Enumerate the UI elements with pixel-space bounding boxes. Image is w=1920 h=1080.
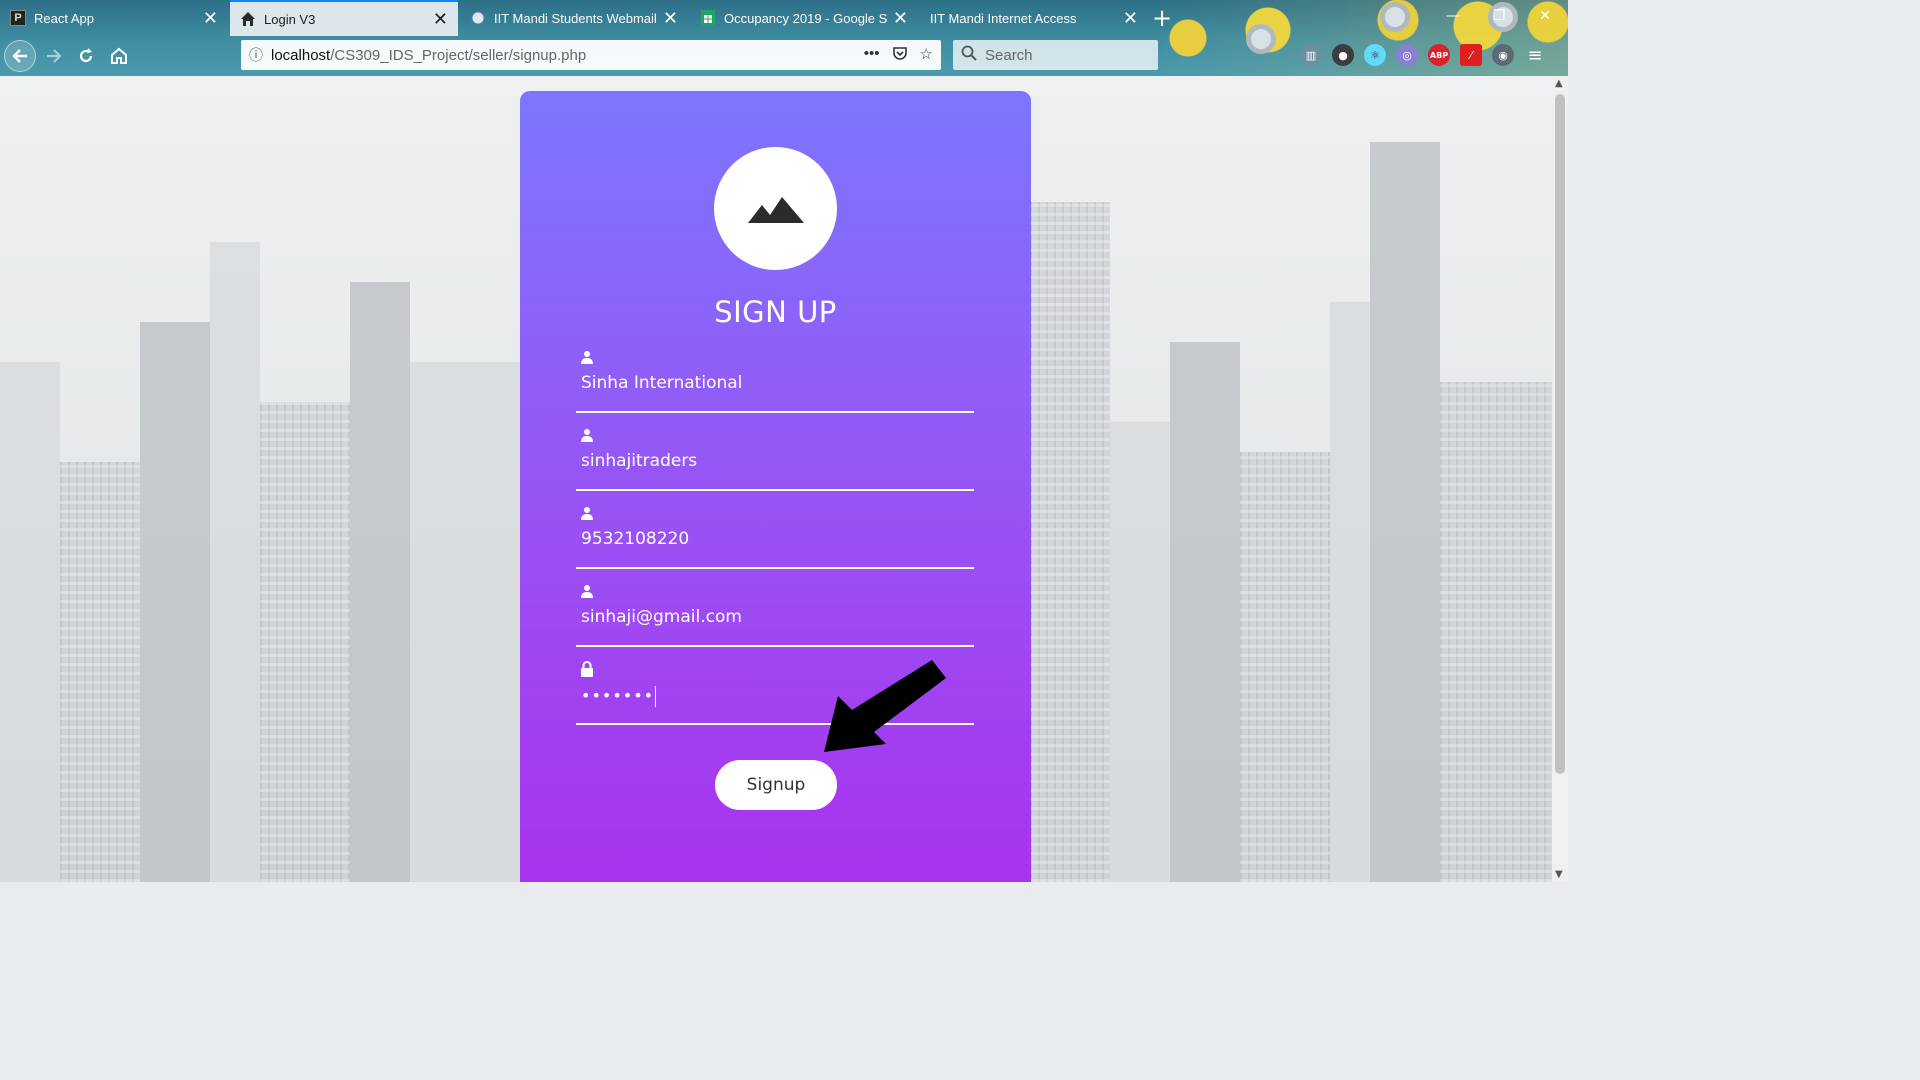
page-actions-icon[interactable]: ••• [864, 45, 880, 65]
new-tab-button[interactable]: + [1152, 4, 1172, 32]
field-underline [576, 567, 974, 569]
url-host: localhost [271, 46, 331, 64]
mountain-icon [747, 196, 804, 223]
window-controls: — ❐ ✕ [1430, 0, 1568, 32]
browser-chrome: P React App ✕ Login V3 ✕ IIT Mandi Stude… [0, 0, 1568, 76]
account-icon[interactable]: ◉ [1492, 44, 1514, 66]
user-icon [580, 505, 596, 521]
password-mask: ••••••• [581, 686, 655, 705]
product-hunt-icon: P [10, 10, 26, 26]
company-name-field[interactable]: Sinha International [576, 349, 974, 419]
tab-title: Occupancy 2019 - Google Shee [724, 10, 887, 26]
back-button[interactable] [4, 40, 36, 72]
signup-button[interactable]: Signup [715, 760, 837, 810]
annotation-arrow [824, 660, 946, 752]
pocket-icon[interactable] [892, 45, 908, 65]
tab-title: Login V3 [264, 11, 316, 27]
home-button[interactable] [103, 40, 135, 72]
forward-button[interactable] [38, 40, 70, 72]
extension-icon[interactable]: ● [1332, 44, 1354, 66]
field-underline [576, 411, 974, 413]
email-field[interactable]: sinhaji@gmail.com [576, 583, 974, 653]
tab-title: React App [34, 10, 94, 26]
tab-webmail[interactable]: IIT Mandi Students Webmail :: V ✕ [460, 0, 688, 36]
restore-icon[interactable]: ❐ [1476, 0, 1522, 32]
extension-icon[interactable]: ◎ [1396, 44, 1418, 66]
user-icon [580, 583, 596, 599]
field-underline [576, 489, 974, 491]
lock-icon [580, 661, 596, 677]
user-icon [580, 349, 596, 365]
tab-react-app[interactable]: P React App ✕ [0, 0, 228, 36]
phone-field[interactable]: 9532108220 [576, 505, 974, 575]
site-info-icon[interactable]: ⓘ [241, 45, 271, 65]
company-name-input[interactable]: Sinha International [581, 373, 961, 393]
extension-toolbar: ▥ ● ⚛ ◎ ABP ⁄ ◉ ≡ [1300, 44, 1546, 66]
tab-login-v3[interactable]: Login V3 ✕ [230, 0, 458, 36]
logo [714, 147, 837, 270]
scroll-thumb[interactable] [1555, 94, 1565, 774]
navigation-bar: ⓘ localhost /CS309_IDS_Project/seller/si… [0, 36, 1568, 76]
user-icon [580, 427, 596, 443]
close-tab-icon[interactable]: ✕ [1123, 9, 1138, 27]
close-tab-icon[interactable]: ✕ [893, 9, 908, 27]
page-viewport: SIGN UP Sinha International sinhajitrade… [0, 76, 1552, 882]
close-tab-icon[interactable]: ✕ [663, 9, 678, 27]
adblock-plus-icon[interactable]: ABP [1428, 44, 1450, 66]
tab-strip: P React App ✕ Login V3 ✕ IIT Mandi Stude… [0, 0, 1240, 36]
url-path: /CS309_IDS_Project/seller/signup.php [330, 46, 587, 64]
text-cursor [655, 686, 657, 707]
minimize-icon[interactable]: — [1430, 0, 1476, 32]
close-window-icon[interactable]: ✕ [1522, 0, 1568, 32]
scroll-down-icon[interactable]: ▼ [1555, 869, 1563, 880]
close-tab-icon[interactable]: ✕ [203, 9, 218, 27]
search-placeholder: Search [985, 46, 1033, 64]
search-icon [961, 45, 977, 65]
reload-button[interactable] [70, 40, 102, 72]
vertical-scrollbar[interactable]: ▲ ▼ [1552, 76, 1568, 882]
email-input[interactable]: sinhaji@gmail.com [581, 607, 961, 627]
menu-icon[interactable]: ≡ [1524, 44, 1546, 66]
tab-title: IIT Mandi Internet Access [930, 10, 1077, 26]
library-icon[interactable]: ▥ [1300, 44, 1322, 66]
signup-card: SIGN UP Sinha International sinhajitrade… [520, 91, 1031, 882]
goggle-decoration [1380, 2, 1410, 32]
react-devtools-icon[interactable]: ⚛ [1364, 44, 1386, 66]
username-field[interactable]: sinhajitraders [576, 427, 974, 497]
phone-input[interactable]: 9532108220 [581, 529, 961, 549]
tab-occupancy-sheet[interactable]: Occupancy 2019 - Google Shee ✕ [690, 0, 918, 36]
globe-icon [470, 10, 486, 26]
close-tab-icon[interactable]: ✕ [433, 10, 448, 28]
field-underline [576, 645, 974, 647]
tab-title: IIT Mandi Students Webmail :: V [494, 10, 657, 26]
pdf-extension-icon[interactable]: ⁄ [1460, 44, 1482, 66]
form-title: SIGN UP [714, 295, 837, 329]
tab-internet-access[interactable]: IIT Mandi Internet Access ✕ [920, 0, 1148, 36]
search-bar[interactable]: Search [953, 40, 1158, 70]
address-bar[interactable]: ⓘ localhost /CS309_IDS_Project/seller/si… [241, 40, 941, 70]
username-input[interactable]: sinhajitraders [581, 451, 961, 471]
sheets-icon [700, 10, 716, 26]
home-icon [240, 11, 256, 27]
bookmark-star-icon[interactable]: ☆ [920, 45, 933, 65]
scroll-up-icon[interactable]: ▲ [1555, 78, 1563, 89]
